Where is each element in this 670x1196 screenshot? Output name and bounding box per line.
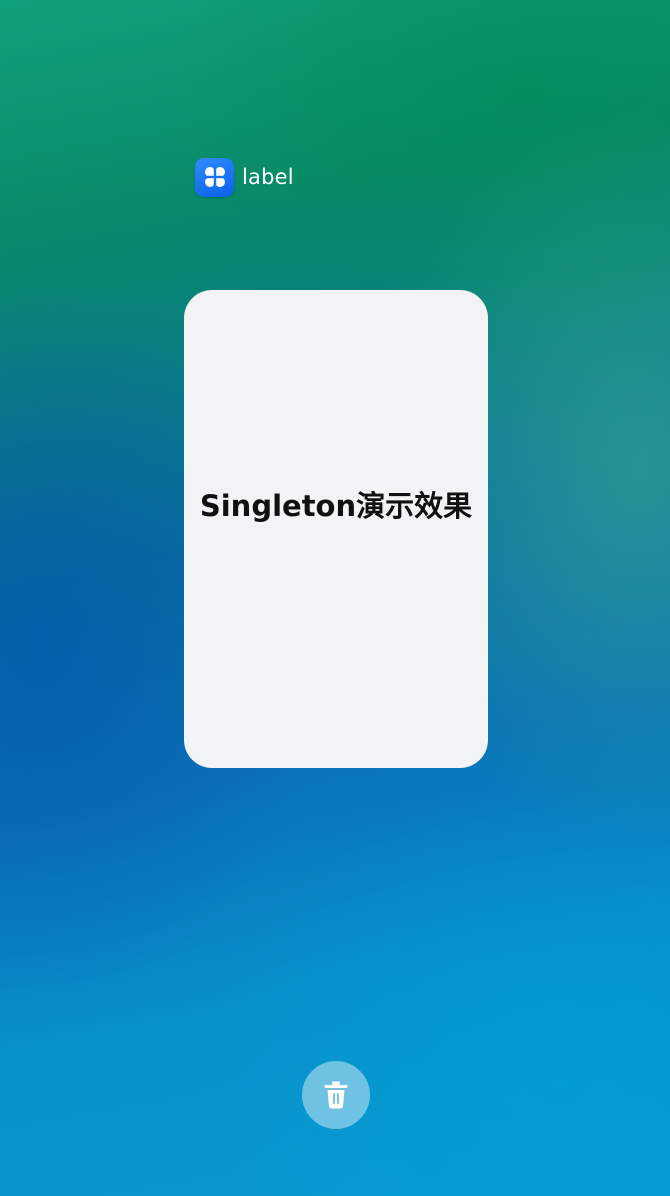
four-petal-icon	[204, 167, 225, 187]
app-icon	[195, 157, 234, 197]
app-label: label	[242, 165, 294, 189]
recent-app-header: label	[195, 157, 294, 197]
card-title: Singleton演示效果	[199, 489, 473, 523]
trash-icon	[324, 1081, 348, 1109]
recent-task-card[interactable]: Singleton演示效果	[184, 290, 488, 768]
clear-all-button[interactable]	[302, 1061, 370, 1129]
